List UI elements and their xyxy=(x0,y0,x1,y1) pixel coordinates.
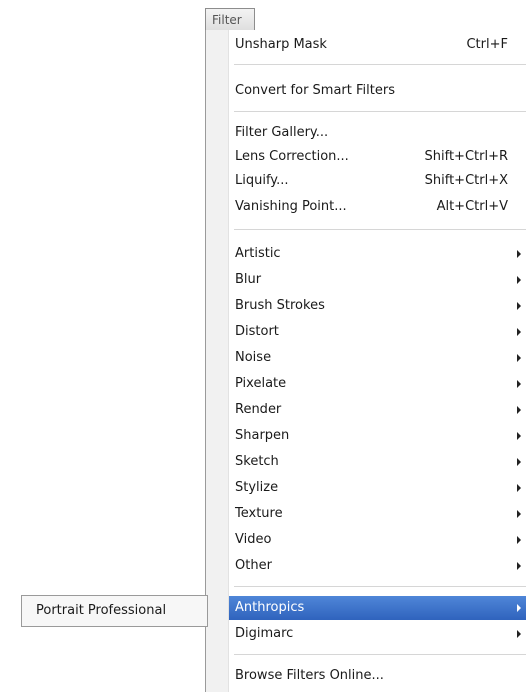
menubar-filter[interactable]: Filter xyxy=(205,8,255,31)
menu-item-brush-strokes[interactable]: Brush Strokes xyxy=(206,294,526,318)
menu-item-convert-smart-filters[interactable]: Convert for Smart Filters xyxy=(206,79,526,103)
menu-item-pixelate[interactable]: Pixelate xyxy=(206,372,526,396)
menu-item-label: Noise xyxy=(235,350,272,365)
submenu-arrow-icon xyxy=(517,562,521,570)
submenu-arrow-icon xyxy=(517,380,521,388)
submenu-arrow-icon xyxy=(517,484,521,492)
menu-item-other[interactable]: Other xyxy=(206,554,526,578)
menu-item-unsharp-mask[interactable]: Unsharp Mask Ctrl+F xyxy=(206,33,526,57)
menu-item-shortcut: Alt+Ctrl+V xyxy=(436,199,508,214)
menu-item-digimarc[interactable]: Digimarc xyxy=(206,622,526,646)
submenu-arrow-icon xyxy=(517,630,521,638)
menu-item-label: Sketch xyxy=(235,454,279,469)
menu-item-label: Distort xyxy=(235,324,279,339)
menu-separator xyxy=(234,654,526,655)
menu-item-filter-gallery[interactable]: Filter Gallery... xyxy=(206,121,526,145)
submenu-arrow-icon xyxy=(517,510,521,518)
menu-item-shortcut: Shift+Ctrl+R xyxy=(424,149,509,164)
menu-item-label: Render xyxy=(235,402,282,417)
menu-item-lens-correction[interactable]: Lens Correction... Shift+Ctrl+R xyxy=(206,145,526,169)
menu-item-render[interactable]: Render xyxy=(206,398,526,422)
submenu-arrow-icon xyxy=(517,276,521,284)
anthropics-submenu: Portrait Professional xyxy=(21,595,208,627)
menu-item-label: Artistic xyxy=(235,246,281,261)
menu-separator xyxy=(234,111,526,112)
menu-item-label: Convert for Smart Filters xyxy=(235,83,395,98)
menu-item-sketch[interactable]: Sketch xyxy=(206,450,526,474)
menu-item-artistic[interactable]: Artistic xyxy=(206,242,526,266)
submenu-arrow-icon xyxy=(517,458,521,466)
menu-item-stylize[interactable]: Stylize xyxy=(206,476,526,500)
menu-item-liquify[interactable]: Liquify... Shift+Ctrl+X xyxy=(206,169,526,193)
menu-item-label: Brush Strokes xyxy=(235,298,325,313)
menu-item-shortcut: Shift+Ctrl+X xyxy=(424,173,508,188)
menu-item-browse-filters-online[interactable]: Browse Filters Online... xyxy=(206,664,526,688)
submenu-arrow-icon xyxy=(517,406,521,414)
submenu-arrow-icon xyxy=(517,250,521,258)
menu-item-label: Blur xyxy=(235,272,262,287)
menu-separator xyxy=(234,586,526,587)
menu-item-label: Sharpen xyxy=(235,428,290,443)
menu-item-label: Digimarc xyxy=(235,626,294,641)
menu-item-label: Filter Gallery... xyxy=(235,125,329,140)
menu-item-label: Browse Filters Online... xyxy=(235,668,384,683)
menu-item-noise[interactable]: Noise xyxy=(206,346,526,370)
menu-item-distort[interactable]: Distort xyxy=(206,320,526,344)
menu-item-video[interactable]: Video xyxy=(206,528,526,552)
menu-item-shortcut: Ctrl+F xyxy=(466,37,508,52)
menu-item-label: Pixelate xyxy=(235,376,287,391)
submenu-item-portrait-professional[interactable]: Portrait Professional xyxy=(22,596,207,626)
menu-item-label: Anthropics xyxy=(235,600,305,615)
menu-item-sharpen[interactable]: Sharpen xyxy=(206,424,526,448)
menu-item-label: Video xyxy=(235,532,272,547)
menu-item-vanishing-point[interactable]: Vanishing Point... Alt+Ctrl+V xyxy=(206,195,526,219)
filter-menu: Unsharp Mask Ctrl+F Convert for Smart Fi… xyxy=(205,30,526,692)
submenu-arrow-icon xyxy=(517,604,521,612)
menu-item-label: Unsharp Mask xyxy=(235,37,327,52)
submenu-arrow-icon xyxy=(517,536,521,544)
submenu-arrow-icon xyxy=(517,302,521,310)
menu-item-label: Liquify... xyxy=(235,173,289,188)
submenu-arrow-icon xyxy=(517,328,521,336)
menu-item-anthropics[interactable]: Anthropics xyxy=(229,596,526,620)
menu-item-label: Vanishing Point... xyxy=(235,199,347,214)
submenu-arrow-icon xyxy=(517,432,521,440)
menu-item-blur[interactable]: Blur xyxy=(206,268,526,292)
menu-item-label: Lens Correction... xyxy=(235,149,349,164)
menu-item-texture[interactable]: Texture xyxy=(206,502,526,526)
menu-item-label: Stylize xyxy=(235,480,279,495)
menu-separator xyxy=(234,229,526,230)
menu-item-label: Other xyxy=(235,558,272,573)
menu-item-label: Texture xyxy=(235,506,283,521)
menu-separator xyxy=(234,64,526,65)
submenu-arrow-icon xyxy=(517,354,521,362)
